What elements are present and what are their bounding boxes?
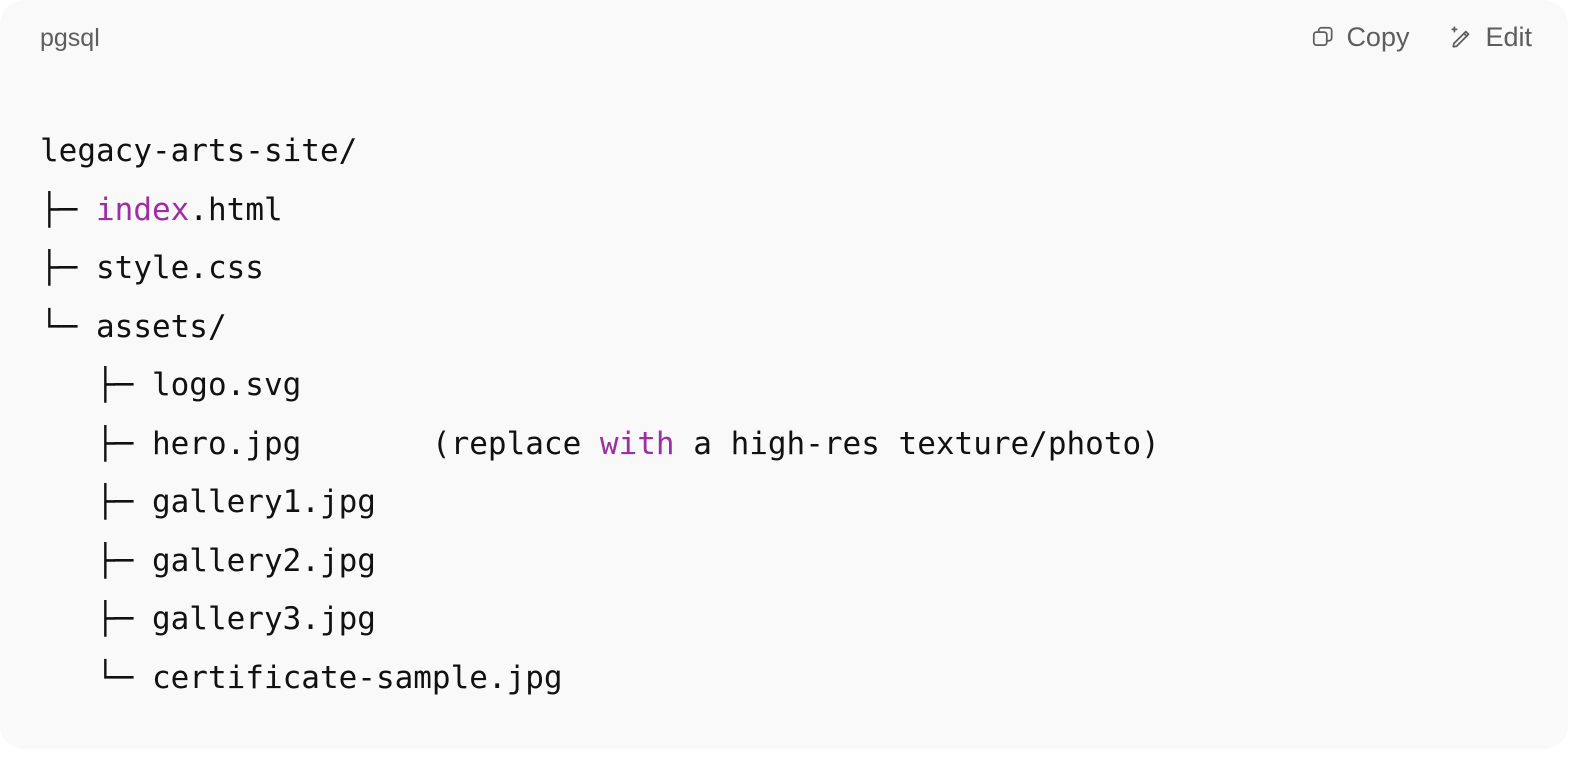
code-token: legacy-arts-site/ xyxy=(40,133,358,169)
code-line: ├─ gallery2.jpg xyxy=(40,532,1160,591)
code-token: ├─ gallery2.jpg xyxy=(40,542,376,579)
code-token: ├─ hero.jpg (replace xyxy=(40,425,600,462)
code-line: ├─ logo.svg xyxy=(40,356,1160,415)
language-label: pgsql xyxy=(40,24,100,52)
edit-button[interactable]: Edit xyxy=(1449,20,1532,54)
code-content: legacy-arts-site/ ├─ index.html ├─ style.c… xyxy=(40,122,1160,707)
code-line: ├─ hero.jpg (replace with a high-res tex… xyxy=(40,415,1160,474)
code-line: └─ certificate-sample.jpg xyxy=(40,649,1160,708)
code-line: └─ assets/ xyxy=(40,298,1160,357)
code-keyword: index xyxy=(96,191,190,228)
code-actions: Copy Edit xyxy=(1310,20,1532,54)
code-token: ├─ gallery3.jpg xyxy=(40,601,376,637)
code-token: ├─ style.css xyxy=(40,250,264,286)
code-line: ├─ index.html xyxy=(40,181,1160,240)
code-block: pgsql Copy Edit legacy-arts-site/├─ inde… xyxy=(0,0,1568,749)
code-token: ├─ xyxy=(40,191,96,228)
code-token: ├─ gallery1.jpg xyxy=(40,484,376,520)
code-token: └─ certificate-sample.jpg xyxy=(40,659,563,696)
code-line: ├─ gallery1.jpg xyxy=(40,473,1160,532)
code-keyword: with xyxy=(599,425,675,462)
code-token: ├─ logo.svg xyxy=(40,367,302,403)
code-token: a high-res texture/photo) xyxy=(674,425,1160,462)
copy-button[interactable]: Copy xyxy=(1310,20,1409,54)
copy-label: Copy xyxy=(1346,22,1410,52)
code-token: .html xyxy=(189,191,283,228)
code-token: └─ assets/ xyxy=(40,308,227,345)
pencil-sparkle-icon xyxy=(1449,24,1475,50)
code-line: ├─ style.css xyxy=(40,239,1160,298)
copy-icon xyxy=(1310,24,1336,50)
code-line: legacy-arts-site/ xyxy=(40,122,1160,181)
code-line: ├─ gallery3.jpg xyxy=(40,590,1160,649)
edit-label: Edit xyxy=(1485,22,1532,52)
